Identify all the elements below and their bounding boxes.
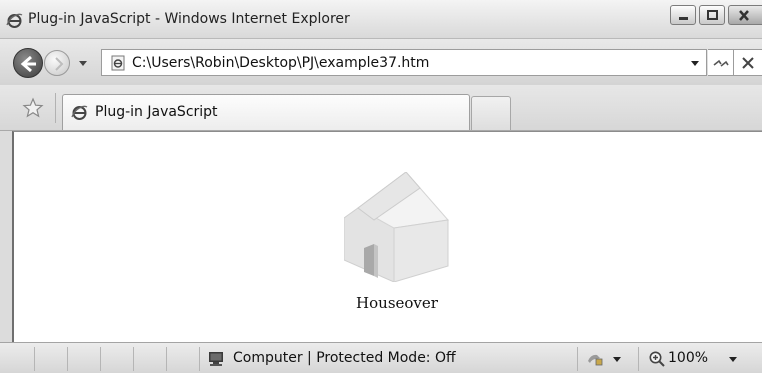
ie-page-icon bbox=[71, 105, 88, 120]
zoom-icon[interactable] bbox=[648, 350, 666, 368]
status-divider bbox=[67, 347, 68, 371]
favorites-star-icon[interactable] bbox=[22, 97, 44, 119]
address-toolbar: C:\Users\Robin\Desktop\PJ\example37.htm bbox=[0, 39, 762, 85]
status-bar: Computer | Protected Mode: Off 100% bbox=[0, 342, 762, 373]
status-divider bbox=[166, 347, 167, 371]
maximize-button[interactable] bbox=[699, 5, 725, 25]
computer-icon bbox=[209, 352, 223, 366]
status-divider bbox=[638, 347, 639, 371]
status-divider bbox=[100, 347, 101, 371]
window-title: Plug-in JavaScript - Windows Internet Ex… bbox=[28, 11, 350, 27]
title-bar: Plug-in JavaScript - Windows Internet Ex… bbox=[0, 0, 762, 39]
chevron-down-icon[interactable] bbox=[728, 356, 738, 364]
ie-logo-icon bbox=[6, 13, 23, 28]
ie-page-icon bbox=[111, 55, 125, 71]
status-divider bbox=[577, 347, 578, 371]
maximize-icon bbox=[707, 10, 718, 20]
house-caption: Houseover bbox=[356, 294, 438, 312]
refresh-button[interactable] bbox=[708, 49, 734, 76]
back-arrow-icon bbox=[20, 55, 36, 73]
minimize-button[interactable] bbox=[670, 5, 696, 25]
stop-icon bbox=[742, 57, 754, 69]
url-dropdown-icon[interactable] bbox=[690, 58, 700, 68]
status-divider bbox=[34, 347, 35, 371]
forward-button[interactable] bbox=[44, 50, 70, 76]
window-controls bbox=[670, 5, 762, 27]
stop-button[interactable] bbox=[734, 49, 762, 76]
recent-pages-dropdown[interactable] bbox=[76, 56, 90, 70]
page-content: Houseover bbox=[12, 131, 762, 342]
status-divider bbox=[133, 347, 134, 371]
close-icon bbox=[739, 10, 749, 21]
tab-bar: Plug-in JavaScript bbox=[0, 85, 762, 131]
tab-label: Plug-in JavaScript bbox=[95, 104, 218, 120]
close-window-button[interactable] bbox=[728, 5, 762, 25]
security-zone-text[interactable]: Computer | Protected Mode: Off bbox=[233, 350, 456, 366]
zoom-level[interactable]: 100% bbox=[668, 350, 708, 366]
chevron-down-icon[interactable] bbox=[612, 356, 622, 364]
forward-arrow-icon bbox=[55, 57, 64, 71]
chevron-down-icon bbox=[79, 61, 87, 66]
url-text: C:\Users\Robin\Desktop\PJ\example37.htm bbox=[132, 55, 430, 71]
tab-plug-in-javascript[interactable]: Plug-in JavaScript bbox=[62, 94, 470, 130]
address-field[interactable]: C:\Users\Robin\Desktop\PJ\example37.htm bbox=[101, 49, 707, 76]
tab-divider bbox=[55, 93, 56, 123]
protected-mode-icon[interactable] bbox=[586, 351, 604, 367]
back-button[interactable] bbox=[13, 48, 43, 78]
new-tab-button[interactable] bbox=[471, 96, 511, 130]
minimize-icon bbox=[679, 17, 688, 20]
refresh-icon bbox=[713, 59, 729, 67]
status-divider bbox=[199, 347, 200, 371]
house-icon[interactable] bbox=[344, 172, 450, 282]
